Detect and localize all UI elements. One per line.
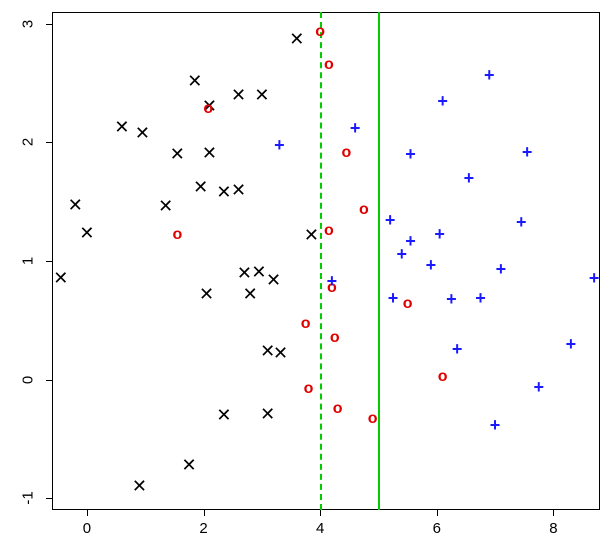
point-class-x: ✕ bbox=[237, 264, 252, 282]
point-class-o: o bbox=[403, 296, 413, 312]
point-class-plus: + bbox=[475, 289, 486, 307]
point-class-plus: + bbox=[516, 213, 527, 231]
point-class-plus: + bbox=[437, 92, 448, 110]
point-class-x: ✕ bbox=[289, 30, 304, 48]
point-class-x: ✕ bbox=[273, 344, 288, 362]
point-class-plus: + bbox=[496, 260, 507, 278]
point-class-plus: + bbox=[534, 378, 545, 396]
y-tick-label: 0 bbox=[34, 371, 51, 379]
point-class-plus: + bbox=[405, 145, 416, 163]
point-class-plus: + bbox=[434, 225, 445, 243]
x-tick-label: 0 bbox=[83, 520, 91, 537]
x-tick-label: 6 bbox=[433, 520, 441, 537]
point-class-plus: + bbox=[388, 289, 399, 307]
point-class-x: ✕ bbox=[199, 285, 214, 303]
point-class-plus: + bbox=[464, 169, 475, 187]
point-class-plus: + bbox=[452, 340, 463, 358]
x-tick-label: 4 bbox=[316, 520, 324, 537]
point-class-o: o bbox=[368, 411, 378, 427]
point-class-o: o bbox=[172, 227, 182, 243]
x-tick bbox=[320, 510, 321, 516]
point-class-plus: + bbox=[350, 119, 361, 137]
point-class-x: ✕ bbox=[202, 144, 217, 162]
x-tick-label: 2 bbox=[199, 520, 207, 537]
point-class-o: o bbox=[342, 145, 352, 161]
point-class-x: ✕ bbox=[53, 269, 68, 287]
point-class-x: ✕ bbox=[231, 86, 246, 104]
point-class-plus: + bbox=[385, 211, 396, 229]
point-class-o: o bbox=[330, 330, 340, 346]
point-class-x: ✕ bbox=[216, 406, 231, 424]
x-tick bbox=[204, 510, 205, 516]
point-class-plus: + bbox=[446, 290, 457, 308]
point-class-plus: + bbox=[484, 66, 495, 84]
point-class-plus: + bbox=[274, 136, 285, 154]
point-class-x: ✕ bbox=[254, 86, 269, 104]
point-class-o: o bbox=[324, 57, 334, 73]
point-class-plus: + bbox=[405, 232, 416, 250]
x-tick bbox=[553, 510, 554, 516]
y-tick-label: 1 bbox=[34, 253, 51, 261]
y-tick bbox=[46, 142, 52, 143]
point-class-x: ✕ bbox=[181, 456, 196, 474]
point-class-x: ✕ bbox=[304, 226, 319, 244]
point-class-x: ✕ bbox=[158, 197, 173, 215]
scatter-chart: 02468-10123 ✕✕✕✕✕✕✕✕✕✕✕✕✕✕✕✕✕✕✕✕✕✕✕✕✕✕✕✕… bbox=[0, 0, 614, 556]
point-class-x: ✕ bbox=[243, 285, 258, 303]
point-class-o: o bbox=[359, 202, 369, 218]
point-class-x: ✕ bbox=[132, 477, 147, 495]
point-class-o: o bbox=[324, 223, 334, 239]
y-tick-label: -1 bbox=[34, 485, 51, 498]
point-class-plus: + bbox=[426, 256, 437, 274]
point-class-x: ✕ bbox=[170, 145, 185, 163]
point-class-o: o bbox=[438, 369, 448, 385]
vline-dashed bbox=[320, 12, 322, 510]
point-class-x: ✕ bbox=[79, 224, 94, 242]
point-class-x: ✕ bbox=[231, 181, 246, 199]
point-class-x: ✕ bbox=[68, 196, 83, 214]
point-class-x: ✕ bbox=[266, 271, 281, 289]
point-class-x: ✕ bbox=[114, 118, 129, 136]
point-class-plus: + bbox=[522, 143, 533, 161]
point-class-o: o bbox=[315, 24, 325, 40]
y-tick bbox=[46, 498, 52, 499]
y-tick bbox=[46, 261, 52, 262]
point-class-o: o bbox=[301, 316, 311, 332]
y-tick-label: 2 bbox=[34, 134, 51, 142]
point-class-plus: + bbox=[566, 335, 577, 353]
point-class-x: ✕ bbox=[193, 178, 208, 196]
x-tick bbox=[437, 510, 438, 516]
x-tick bbox=[87, 510, 88, 516]
point-class-x: ✕ bbox=[135, 124, 150, 142]
point-class-plus: + bbox=[327, 272, 338, 290]
vline-solid bbox=[378, 12, 380, 510]
point-class-x: ✕ bbox=[260, 405, 275, 423]
point-class-o: o bbox=[203, 101, 213, 117]
point-class-x: ✕ bbox=[187, 72, 202, 90]
point-class-o: o bbox=[333, 401, 343, 417]
x-tick-label: 8 bbox=[549, 520, 557, 537]
y-tick-label: 3 bbox=[34, 16, 51, 24]
point-class-x: ✕ bbox=[216, 183, 231, 201]
plot-area bbox=[52, 12, 600, 510]
point-class-o: o bbox=[304, 381, 314, 397]
point-class-plus: + bbox=[490, 416, 501, 434]
point-class-plus: + bbox=[589, 269, 600, 287]
point-class-x: ✕ bbox=[251, 263, 266, 281]
